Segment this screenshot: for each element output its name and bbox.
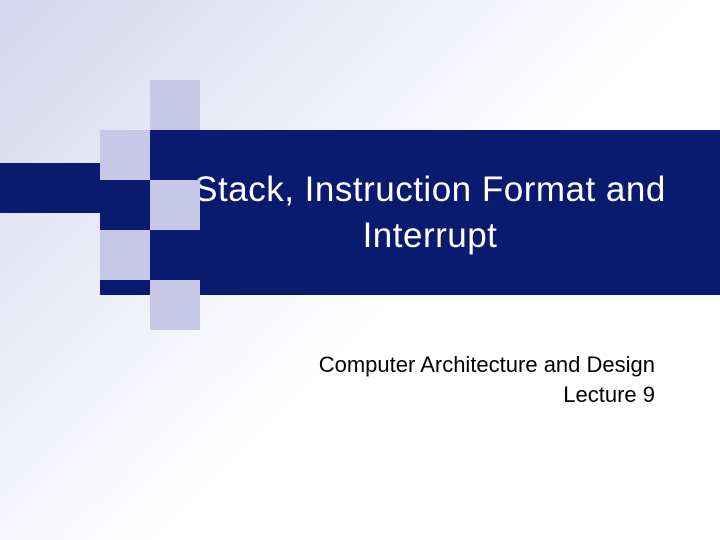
accent-square (100, 130, 150, 180)
subtitle-line2: Lecture 9 (319, 380, 655, 410)
accent-square (150, 80, 200, 130)
slide-title: Stack, Instruction Format and Interrupt (190, 167, 670, 258)
accent-square (0, 163, 100, 213)
accent-square (150, 280, 200, 330)
subtitle-block: Computer Architecture and Design Lecture… (319, 350, 655, 409)
subtitle-line1: Computer Architecture and Design (319, 350, 655, 380)
accent-square (100, 230, 150, 280)
accent-square (150, 180, 200, 230)
